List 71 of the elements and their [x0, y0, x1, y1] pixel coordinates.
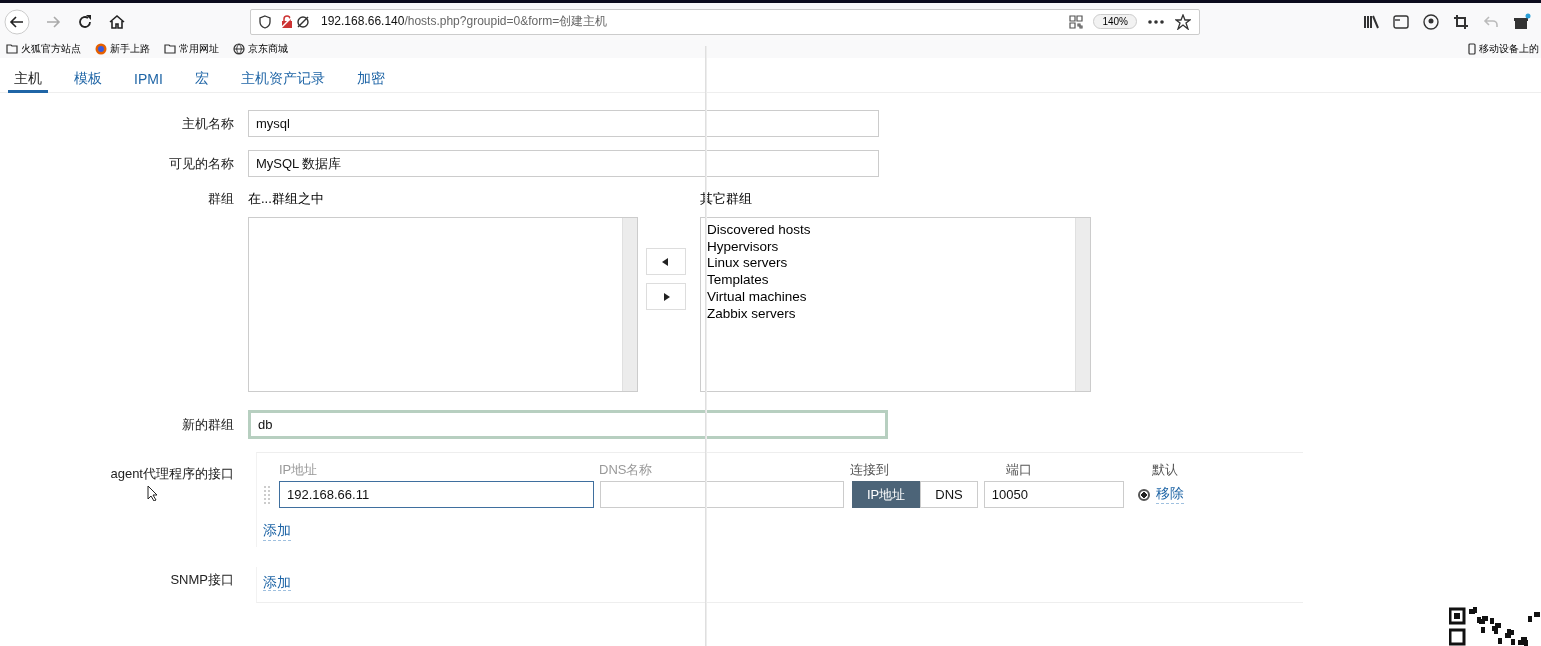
- folder-icon: [6, 44, 18, 54]
- move-right-button[interactable]: [646, 283, 686, 310]
- group-option[interactable]: Templates: [707, 272, 1069, 289]
- crop-icon[interactable]: [1453, 13, 1469, 30]
- scrollbar[interactable]: [1075, 218, 1090, 391]
- group-option[interactable]: Virtual machines: [707, 288, 1069, 306]
- account-icon[interactable]: [1423, 13, 1439, 30]
- move-left-button[interactable]: [646, 248, 686, 275]
- qr-code-icon[interactable]: [1069, 14, 1084, 29]
- right-triangle-icon: [662, 292, 670, 301]
- field-label: 主机名称: [181, 114, 235, 133]
- group-option[interactable]: Zabbix servers: [707, 305, 1069, 323]
- browser-logo-icon: [95, 43, 107, 55]
- tab[interactable]: 加密: [350, 68, 391, 93]
- ip-address-field[interactable]: 192.168.66.11: [279, 481, 594, 508]
- field-label: 新的群组: [181, 415, 235, 434]
- home-icon[interactable]: [108, 12, 126, 31]
- dns-name-field[interactable]: [600, 481, 844, 508]
- phone-icon: [1468, 43, 1476, 55]
- group-option[interactable]: Linux servers: [707, 255, 1069, 273]
- tab[interactable]: 宏: [188, 68, 215, 93]
- tab[interactable]: 主机资产记录: [234, 68, 331, 93]
- back-icon[interactable]: [4, 8, 30, 35]
- folder-icon: [164, 44, 176, 54]
- star-icon[interactable]: [1175, 13, 1191, 30]
- drag-handle-icon[interactable]: [263, 484, 271, 505]
- port-field[interactable]: 10050: [983, 481, 1124, 508]
- tab[interactable]: IPMI: [128, 68, 169, 93]
- connect-option[interactable]: IP地址: [852, 481, 921, 508]
- reload-icon[interactable]: [76, 12, 94, 31]
- add-link[interactable]: 添加: [263, 522, 291, 541]
- more-icon[interactable]: [1147, 18, 1165, 25]
- add-link[interactable]: 添加: [263, 574, 291, 591]
- bookmark[interactable]: 常用网址: [164, 42, 219, 56]
- field-label: 可见的名称: [168, 154, 235, 173]
- library-icon[interactable]: [1363, 14, 1379, 29]
- bookmark[interactable]: 新手上路: [95, 42, 150, 56]
- sidebar-icon[interactable]: [1393, 14, 1409, 29]
- column-header: 端口: [1006, 461, 1033, 479]
- scrollbar[interactable]: [622, 218, 637, 391]
- bookmark[interactable]: 京东商城: [233, 42, 288, 56]
- column-header: DNS名称: [599, 461, 654, 479]
- field-label: agent代理程序的接口: [109, 465, 235, 483]
- tab[interactable]: 主机: [8, 68, 48, 93]
- visible-name-field[interactable]: MySQL 数据库: [248, 150, 879, 177]
- left-triangle-icon: [662, 257, 670, 266]
- field-label: SNMP接口: [169, 571, 235, 589]
- default-radio[interactable]: [1137, 488, 1150, 501]
- bookmark[interactable]: 火狐官方站点: [6, 42, 81, 56]
- group-option[interactable]: Discovered hosts: [707, 222, 1069, 239]
- connect-option[interactable]: DNS: [920, 481, 978, 508]
- group-list[interactable]: Discovered hosts Hypervisors Linux servers Templates Virtual machines Zabbix servers: [700, 217, 1091, 392]
- mobile-bookmarks[interactable]: 移动设备上的: [1468, 42, 1539, 56]
- column-header: 连接到: [850, 461, 890, 479]
- address-bar[interactable]: 192.168.66.140/hosts.php?groupid=0&form=创建主机 140%: [250, 8, 1200, 35]
- host-name-field[interactable]: mysql: [248, 110, 879, 137]
- new-group-field[interactable]: db: [248, 410, 888, 439]
- remove-link[interactable]: 移除: [1155, 485, 1184, 504]
- insecure-lock-icon: [281, 14, 311, 29]
- field-label: 群组: [207, 190, 235, 208]
- tab[interactable]: 模板: [68, 68, 108, 93]
- gift-icon[interactable]: [1513, 12, 1531, 31]
- globe-icon: [233, 43, 245, 55]
- column-header: IP地址: [279, 461, 319, 479]
- column-header: 默认: [1152, 461, 1178, 479]
- list-title: 在...群组之中: [248, 190, 325, 204]
- zoom-level[interactable]: 140%: [1093, 14, 1137, 29]
- shield-icon: [259, 14, 271, 29]
- group-option[interactable]: Hypervisors: [707, 238, 1069, 256]
- url-text: 192.168.66.140/hosts.php?groupid=0&form=创建主机: [321, 13, 608, 30]
- cursor-icon: [147, 485, 159, 501]
